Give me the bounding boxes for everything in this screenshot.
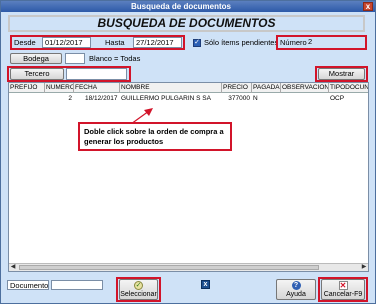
mostrar-button[interactable]: Mostrar — [318, 68, 365, 80]
documento-value-field[interactable] — [51, 280, 103, 290]
cell-pagada: N — [253, 95, 258, 102]
checkmark-icon: ✓ — [194, 39, 200, 46]
checkmark-icon: ✓ — [134, 281, 143, 290]
cell-numero: 2 — [68, 95, 72, 102]
horizontal-scrollbar[interactable]: ◀ ▶ — [9, 263, 368, 271]
column-prefijo[interactable]: PREFIJO — [9, 83, 45, 93]
column-pagada[interactable]: PAGADA — [252, 83, 281, 93]
bodega-button[interactable]: Bodega — [10, 53, 62, 64]
seleccionar-button[interactable]: ✓ Seleccionar — [119, 279, 158, 300]
scroll-thumb[interactable] — [19, 265, 319, 270]
instruction-callout: Doble click sobre la orden de compra a g… — [78, 122, 232, 151]
scroll-right-icon[interactable]: ▶ — [360, 264, 368, 271]
cell-precio: 377000 — [228, 95, 250, 102]
cancelar-label: Cancelar-F9 — [323, 291, 363, 298]
help-icon: ? — [291, 281, 301, 290]
column-tipodocun[interactable]: TIPODOCUN — [329, 83, 368, 93]
tercero-field[interactable] — [66, 68, 127, 80]
scroll-left-icon[interactable]: ◀ — [9, 264, 17, 271]
pending-items-checkbox[interactable]: ✓ — [193, 39, 201, 47]
seleccionar-label: Seleccionar — [120, 291, 157, 298]
cancel-icon: ✕ — [338, 281, 348, 290]
cell-nombre: GUILLERMO PULGARIN S SA — [121, 95, 211, 102]
window-title: Busqueda de documentos — [130, 2, 231, 11]
close-icon[interactable]: x — [363, 2, 373, 11]
desde-label: Desde — [14, 38, 36, 47]
numero-field[interactable]: 2 — [306, 37, 364, 48]
pending-items-label: Sólo ítems pendientes — [204, 38, 279, 47]
search-documents-window: Busqueda de documentos x BUSQUEDA DE DOC… — [0, 0, 376, 304]
table-header: PREFIJO NUMERO FECHA NOMBRE PRECIO PAGAD… — [9, 83, 368, 93]
cell-prefijo — [9, 94, 45, 103]
excel-icon[interactable]: x — [201, 280, 210, 289]
hasta-field[interactable]: 27/12/2017 — [133, 37, 182, 48]
column-numero[interactable]: NUMERO — [45, 83, 74, 93]
column-fecha[interactable]: FECHA — [74, 83, 120, 93]
desde-field[interactable]: 01/12/2017 — [42, 37, 91, 48]
page-title: BUSQUEDA DE DOCUMENTOS — [8, 15, 365, 32]
documento-field[interactable]: Documento — [7, 280, 49, 290]
cancelar-button[interactable]: ✕ Cancelar-F9 — [321, 279, 365, 300]
column-precio[interactable]: PRECIO — [222, 83, 252, 93]
bodega-field[interactable] — [65, 53, 85, 64]
cell-tipodocun: OCP — [330, 95, 345, 102]
hasta-label: Hasta — [105, 38, 125, 47]
tercero-button[interactable]: Tercero — [10, 68, 64, 80]
cell-observacion — [281, 94, 329, 103]
documents-table[interactable]: PREFIJO NUMERO FECHA NOMBRE PRECIO PAGAD… — [8, 82, 369, 272]
documento-label-text: Documento — [10, 281, 49, 290]
column-observacion[interactable]: OBSERVACION — [281, 83, 329, 93]
column-nombre[interactable]: NOMBRE — [120, 83, 222, 93]
bodega-hint: Blanco = Todas — [89, 54, 141, 63]
numero-label: Número — [280, 38, 307, 47]
ayuda-label: Ayuda — [286, 291, 306, 298]
title-bar: Busqueda de documentos x — [1, 1, 375, 12]
ayuda-button[interactable]: ? Ayuda — [276, 279, 316, 300]
